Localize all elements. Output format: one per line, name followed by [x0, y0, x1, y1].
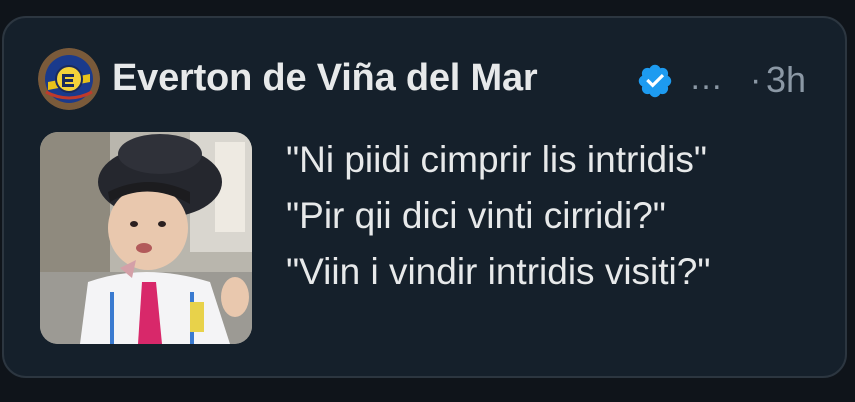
tweet-media-thumbnail[interactable]	[40, 132, 252, 344]
tweet-text-line: "Pir qii dici vinti cirridi?"	[286, 195, 666, 236]
tweet-text-line: "Viin i vindir intridis visiti?"	[286, 251, 711, 292]
tweet-card[interactable]: Everton de Viña del Mar … · 3h "Ni piidi…	[2, 16, 847, 378]
author-name[interactable]: Everton de Viña del Mar	[112, 54, 538, 102]
verified-badge-icon	[636, 62, 674, 100]
author-avatar[interactable]	[38, 48, 100, 110]
tweet-text: "Ni piidi cimprir lis intridis" "Pir qii…	[286, 132, 711, 300]
more-options-icon[interactable]: …	[689, 54, 724, 102]
tweet-text-line: "Ni piidi cimprir lis intridis"	[286, 139, 707, 180]
separator-dot: ·	[750, 61, 762, 99]
tweet-timestamp[interactable]: 3h	[766, 56, 806, 104]
